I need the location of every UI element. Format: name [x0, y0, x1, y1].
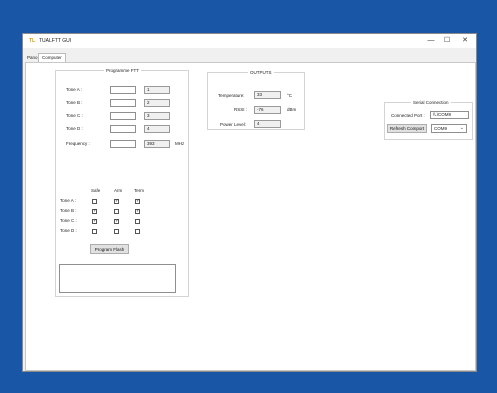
frequency-input[interactable] — [110, 140, 136, 148]
refresh-comport-button[interactable]: Refresh Comport — [387, 124, 427, 133]
log-textbox[interactable] — [59, 264, 176, 293]
computer-tab-panel: Programme FTT Tone A : 1 Tone B : 2 Tone… — [25, 62, 476, 371]
column-arm: Arm — [114, 188, 123, 193]
connected-port-field[interactable]: \\.\COM9 — [430, 111, 469, 119]
matrix-checkbox-term[interactable]: ✓ — [135, 209, 140, 214]
rssi-label: RSSI : — [234, 107, 248, 112]
temperature-unit: °C — [287, 93, 293, 98]
matrix-row-label: Tone B : — [60, 208, 77, 213]
tone-c-input[interactable] — [110, 112, 136, 120]
program-flash-button[interactable]: Program Flash — [90, 244, 129, 254]
column-safe: Safe — [91, 188, 101, 193]
tone-a-label: Tone A : — [66, 87, 83, 92]
programme-ftt-title: Programme FTT — [104, 68, 142, 73]
comport-select[interactable]: COM9 ⌄ — [431, 124, 467, 133]
matrix-checkbox-term[interactable] — [135, 219, 140, 224]
connected-port-label: Connected Port : — [391, 113, 425, 118]
matrix-checkbox-safe[interactable]: ✓ — [92, 219, 97, 224]
matrix-checkbox-safe[interactable]: ✓ — [92, 209, 97, 214]
frequency-unit: MHz — [175, 141, 185, 146]
comport-select-value: COM9 — [434, 126, 448, 131]
power-level-label: Power Level: — [220, 122, 247, 127]
matrix-row-label: Tone A : — [60, 198, 77, 203]
matrix-checkbox-safe[interactable] — [92, 229, 97, 234]
tone-c-label: Tone C : — [66, 113, 83, 118]
window-title: TUALFTT GUI — [39, 38, 72, 44]
minimize-button[interactable]: — — [425, 36, 437, 46]
temperature-label: Temperature: — [218, 93, 245, 98]
outputs-group: OUTPUTS Temperature: 33 °C RSSI : -76 dB… — [207, 70, 305, 130]
maximize-button[interactable]: ☐ — [441, 36, 453, 46]
serial-connection-group: Serial Connection Connected Port : \\.\C… — [384, 100, 473, 140]
matrix-checkbox-term[interactable]: ✓ — [135, 199, 140, 204]
matrix-checkbox-arm[interactable] — [114, 209, 119, 214]
matrix-checkbox-arm[interactable]: ✓ — [114, 199, 119, 204]
tone-b-readout: 2 — [144, 99, 170, 107]
matrix-checkbox-term[interactable] — [135, 229, 140, 234]
programme-ftt-group: Programme FTT Tone A : 1 Tone B : 2 Tone… — [55, 68, 189, 297]
matrix-checkbox-arm[interactable] — [114, 229, 119, 234]
matrix-checkbox-safe[interactable] — [92, 199, 97, 204]
matrix-checkbox-arm[interactable]: ✓ — [114, 219, 119, 224]
app-window: TL TUALFTT GUI — ☐ ✕ Pano Computer Progr… — [22, 33, 477, 372]
tone-b-label: Tone B : — [66, 100, 83, 105]
chevron-down-icon: ⌄ — [459, 125, 464, 131]
tone-c-readout: 3 — [144, 112, 170, 120]
matrix-row-label: Tone C : — [60, 218, 77, 223]
tab-computer[interactable]: Computer — [38, 53, 66, 62]
tone-d-label: Tone D : — [66, 126, 83, 131]
power-level-value: 4 — [254, 120, 281, 128]
tone-a-readout: 1 — [144, 86, 170, 94]
frequency-readout: 393 — [144, 140, 170, 148]
matrix-row-label: Tone D : — [60, 228, 77, 233]
outputs-title: OUTPUTS — [248, 70, 274, 75]
frequency-label: Frequency : — [66, 141, 90, 146]
rssi-unit: dBm — [287, 107, 297, 112]
app-icon: TL — [29, 38, 36, 44]
column-term: Term — [134, 188, 144, 193]
tone-d-readout: 4 — [144, 125, 170, 133]
tone-b-input[interactable] — [110, 99, 136, 107]
tone-d-input[interactable] — [110, 125, 136, 133]
title-bar: TL TUALFTT GUI — ☐ ✕ — [23, 34, 476, 48]
serial-connection-title: Serial Connection — [411, 100, 451, 105]
close-button[interactable]: ✕ — [459, 36, 471, 46]
temperature-value: 33 — [254, 91, 281, 99]
tone-a-input[interactable] — [110, 86, 136, 94]
rssi-value: -76 — [254, 106, 281, 114]
